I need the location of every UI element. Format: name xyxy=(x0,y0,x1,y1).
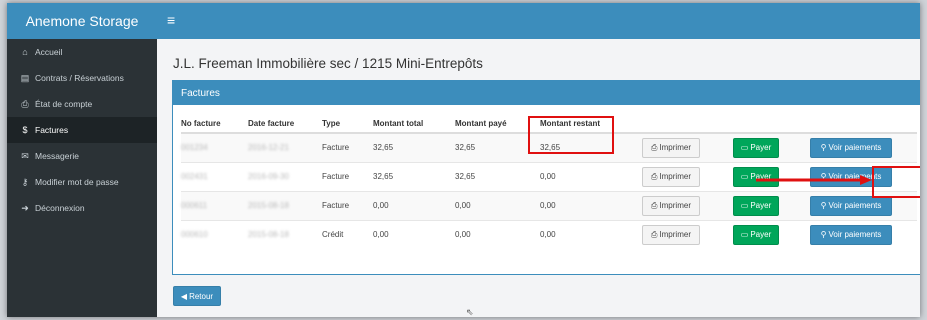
invoice-remaining: 0,00 xyxy=(540,201,556,210)
pay-button-label: Payer xyxy=(750,143,772,153)
remaining-header-highlight xyxy=(528,116,614,154)
invoice-date: 2016-09-30 xyxy=(248,172,289,181)
print-button[interactable]: ⎙ Imprimer xyxy=(642,137,700,158)
table-row: 000610 2015-08-18 Crédit 0,00 0,00 0,00 ⎙ Impri… xyxy=(181,219,917,249)
print-button-label: Imprimer xyxy=(659,172,691,181)
col-header-date: Date facture xyxy=(248,115,322,134)
search-icon: ⚲ xyxy=(820,201,827,210)
panel-title: Factures xyxy=(173,81,920,105)
invoice-paid: 0,00 xyxy=(455,201,471,210)
print-button[interactable]: ⎙ Imprimer xyxy=(642,195,700,216)
sidebar-item-label: Messagerie xyxy=(35,151,79,161)
envelope-icon: ✉ xyxy=(21,150,29,161)
print-icon: ⎙ xyxy=(21,98,29,109)
key-icon: ⚷ xyxy=(21,176,29,187)
brand-logo[interactable]: Anemone Storage xyxy=(7,3,157,39)
invoice-number: 000610 xyxy=(181,230,208,240)
sidebar-item-0[interactable]: ⌂ Accueil xyxy=(7,39,157,65)
arrow-left-icon: ◀ xyxy=(180,291,188,301)
sidebar-item-label: Modifier mot de passe xyxy=(35,177,119,187)
print-button-label: Imprimer xyxy=(659,143,691,153)
file-icon: ▤ xyxy=(20,72,30,83)
invoice-number: 001234 xyxy=(181,143,208,153)
invoice-type: Facture xyxy=(322,143,350,153)
pay-button[interactable]: ▭ Payer xyxy=(733,224,779,245)
view-payments-button-label: Voir paiements xyxy=(828,230,882,240)
page-title: J.L. Freeman Immobilière sec / 1215 Mini… xyxy=(173,56,483,71)
print-button-label: Imprimer xyxy=(659,201,691,210)
menu-toggle-icon[interactable]: ≡ xyxy=(167,12,175,28)
sidebar: Anemone Storage ⌂ Accueil ▤ Contrats / Rése… xyxy=(7,3,157,317)
credit-card-icon: ▭ xyxy=(740,143,749,153)
invoice-type: Facture xyxy=(322,172,350,181)
sidebar-item-label: Déconnexion xyxy=(35,203,85,213)
invoice-total: 32,65 xyxy=(373,143,394,153)
invoice-paid: 32,65 xyxy=(455,172,476,181)
sidebar-item-5[interactable]: ⚷ Modifier mot de passe xyxy=(7,169,157,195)
invoice-total: 32,65 xyxy=(373,172,394,181)
credit-card-icon: ▭ xyxy=(740,172,749,181)
highlight-arrow xyxy=(756,175,872,185)
col-header-no: No facture xyxy=(181,115,248,134)
view-payments-button[interactable]: ⚲ Voir paiements xyxy=(810,137,892,158)
sidebar-item-1[interactable]: ▤ Contrats / Réservations xyxy=(7,65,157,91)
print-button-label: Imprimer xyxy=(659,230,691,240)
invoice-remaining: 0,00 xyxy=(540,230,556,240)
sidebar-nav: ⌂ Accueil ▤ Contrats / Réservations ⎙ État de… xyxy=(7,39,157,221)
invoice-date: 2015-08-18 xyxy=(248,230,289,240)
credit-card-icon: ▭ xyxy=(740,201,749,210)
home-icon: ⌂ xyxy=(22,47,28,57)
print-icon: ⎙ xyxy=(651,142,658,152)
sidebar-item-label: Factures xyxy=(35,125,69,135)
pay-button-label: Payer xyxy=(750,201,772,210)
print-icon: ⎙ xyxy=(651,229,658,239)
mouse-cursor-icon: ⇖ xyxy=(466,307,474,317)
invoice-total: 0,00 xyxy=(373,201,389,210)
invoice-number: 000611 xyxy=(181,201,208,210)
invoice-total: 0,00 xyxy=(373,230,389,240)
pay-button-highlight xyxy=(872,166,920,198)
invoice-type: Crédit xyxy=(322,230,344,240)
sidebar-item-3[interactable]: $ Factures xyxy=(7,117,157,143)
sidebar-item-4[interactable]: ✉ Messagerie xyxy=(7,143,157,169)
pay-button[interactable]: ▭ Payer xyxy=(733,195,779,216)
sidebar-item-label: État de compte xyxy=(35,99,93,109)
invoice-number: 002431 xyxy=(181,172,208,181)
view-payments-button-label: Voir paiements xyxy=(828,201,882,210)
col-header-type: Type xyxy=(322,115,373,134)
search-icon: ⚲ xyxy=(820,143,827,153)
invoice-date: 2015-08-18 xyxy=(248,201,289,210)
sidebar-item-2[interactable]: ⎙ État de compte xyxy=(7,91,157,117)
sidebar-item-label: Accueil xyxy=(35,47,63,57)
pay-button[interactable]: ▭ Payer xyxy=(733,137,779,158)
invoice-remaining: 0,00 xyxy=(540,172,556,181)
invoice-paid: 0,00 xyxy=(455,230,471,240)
invoice-type: Facture xyxy=(322,201,350,210)
print-button[interactable]: ⎙ Imprimer xyxy=(642,166,700,187)
top-navbar: ≡ xyxy=(157,3,920,39)
dollar-icon: $ xyxy=(22,125,28,135)
invoice-date: 2016-12-21 xyxy=(248,143,289,153)
sidebar-item-label: Contrats / Réservations xyxy=(35,73,124,83)
col-header-total: Montant total xyxy=(373,115,455,134)
print-icon: ⎙ xyxy=(651,171,658,181)
sidebar-item-6[interactable]: ➜ Déconnexion xyxy=(7,195,157,221)
back-button[interactable]: ◀ Retour xyxy=(173,286,221,306)
back-label: Retour xyxy=(189,291,214,301)
sign-out-icon: ➜ xyxy=(21,202,29,213)
app-window: Anemone Storage ⌂ Accueil ▤ Contrats / Rése… xyxy=(7,3,920,317)
table-row: 000611 2015-08-18 Facture 0,00 0,00 0,00 ⎙ Impr… xyxy=(181,190,917,220)
print-icon: ⎙ xyxy=(651,200,658,210)
view-payments-button[interactable]: ⚲ Voir paiements xyxy=(810,195,892,216)
view-payments-button[interactable]: ⚲ Voir paiements xyxy=(810,224,892,245)
pay-button-label: Payer xyxy=(750,230,772,240)
credit-card-icon: ▭ xyxy=(740,230,749,240)
print-button[interactable]: ⎙ Imprimer xyxy=(642,224,700,245)
search-icon: ⚲ xyxy=(820,230,827,240)
invoice-paid: 32,65 xyxy=(455,143,476,153)
main-content: J.L. Freeman Immobilière sec / 1215 Mini… xyxy=(157,39,920,317)
view-payments-button-label: Voir paiements xyxy=(828,143,882,153)
